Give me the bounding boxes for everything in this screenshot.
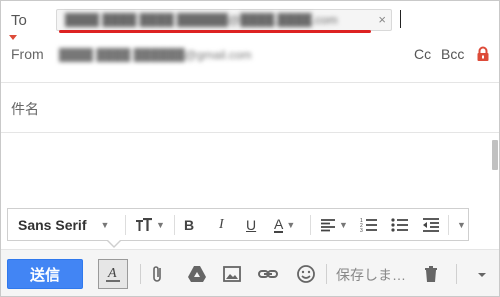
toolbar-separator <box>326 264 327 284</box>
subject-field[interactable]: 件名 <box>11 99 39 119</box>
to-row: To ████ ████ ████ ██████@████.████.com × <box>1 1 499 40</box>
underline-button[interactable]: U <box>246 209 256 240</box>
recipient-chip[interactable]: ████ ████ ████ ██████@████.████.com × <box>56 9 392 31</box>
save-status: 保存しま… <box>336 267 406 283</box>
bold-button[interactable]: B <box>184 209 194 240</box>
align-button[interactable]: ▼ <box>320 209 348 240</box>
text-size-icon <box>136 217 152 231</box>
more-formatting-button[interactable]: ▼ <box>454 209 466 240</box>
chevron-down-icon: ▼ <box>286 219 296 230</box>
from-row: From ████ ████ ██████@gmail.com Cc Bcc <box>1 40 499 74</box>
recipient-chip-text: ████ ████ ████ ██████@████.████.com <box>65 13 338 27</box>
divider <box>1 82 499 83</box>
text-color-button[interactable]: A ▼ <box>274 209 295 240</box>
text-cursor <box>400 10 401 28</box>
insert-emoji-icon[interactable] <box>295 263 317 285</box>
chevron-down-icon: ▼ <box>156 219 165 230</box>
toolbar-separator <box>456 264 457 284</box>
toolbar-separator <box>310 215 311 235</box>
insert-link-icon[interactable] <box>257 263 279 285</box>
chevron-down-icon: ▼ <box>100 219 110 230</box>
svg-text:A: A <box>107 266 117 281</box>
attach-file-icon[interactable] <box>148 263 170 285</box>
discard-draft-icon[interactable] <box>420 263 442 285</box>
toolbar-separator <box>448 215 449 235</box>
google-drive-icon[interactable] <box>186 263 208 285</box>
indent-less-button[interactable] <box>422 209 440 240</box>
font-family-select[interactable]: Sans Serif ▼ <box>18 209 109 240</box>
format-text-icon: A <box>106 266 120 282</box>
action-bar: 送信 A 保存しま… <box>1 249 499 296</box>
font-size-button[interactable]: ▼ <box>135 209 165 240</box>
more-options-icon[interactable] <box>471 263 493 285</box>
to-label[interactable]: To <box>11 12 27 29</box>
toolbar-separator <box>174 215 175 235</box>
formatting-toolbar: Sans Serif ▼ ▼ B I U A ▼ ▼ 1 2 3 ▼ <box>7 208 469 241</box>
italic-button[interactable]: I <box>219 209 224 240</box>
from-label: From <box>11 46 44 62</box>
send-button[interactable]: 送信 <box>7 259 83 289</box>
annotation-underline <box>59 30 371 33</box>
compose-window: To ████ ████ ████ ██████@████.████.com ×… <box>0 0 500 297</box>
chevron-down-icon: ▼ <box>339 219 348 230</box>
text-color-label: A <box>274 215 284 233</box>
numbered-list-button[interactable]: 1 2 3 <box>360 209 378 240</box>
chip-close-icon[interactable]: × <box>378 12 386 27</box>
toolbar-separator <box>140 264 141 284</box>
bcc-link[interactable]: Bcc <box>441 46 464 62</box>
align-left-icon <box>321 218 335 231</box>
font-family-label: Sans Serif <box>18 216 87 233</box>
toolbar-separator <box>125 215 126 235</box>
indent-less-icon <box>423 217 439 232</box>
from-address[interactable]: ████ ████ ██████@gmail.com <box>59 48 349 62</box>
bulleted-list-button[interactable] <box>391 209 409 240</box>
toolbar-pointer-inner <box>108 240 120 246</box>
divider <box>1 132 499 133</box>
scrollbar-thumb[interactable] <box>492 140 498 170</box>
svg-text:3: 3 <box>360 228 363 233</box>
numbered-list-icon: 1 2 3 <box>360 218 377 233</box>
chevron-down-icon: ▼ <box>457 219 466 230</box>
formatting-options-button[interactable]: A <box>98 259 128 289</box>
insert-photo-icon[interactable] <box>221 263 243 285</box>
cc-link[interactable]: Cc <box>414 46 431 62</box>
lock-icon[interactable] <box>476 46 490 62</box>
bulleted-list-icon <box>391 217 408 232</box>
